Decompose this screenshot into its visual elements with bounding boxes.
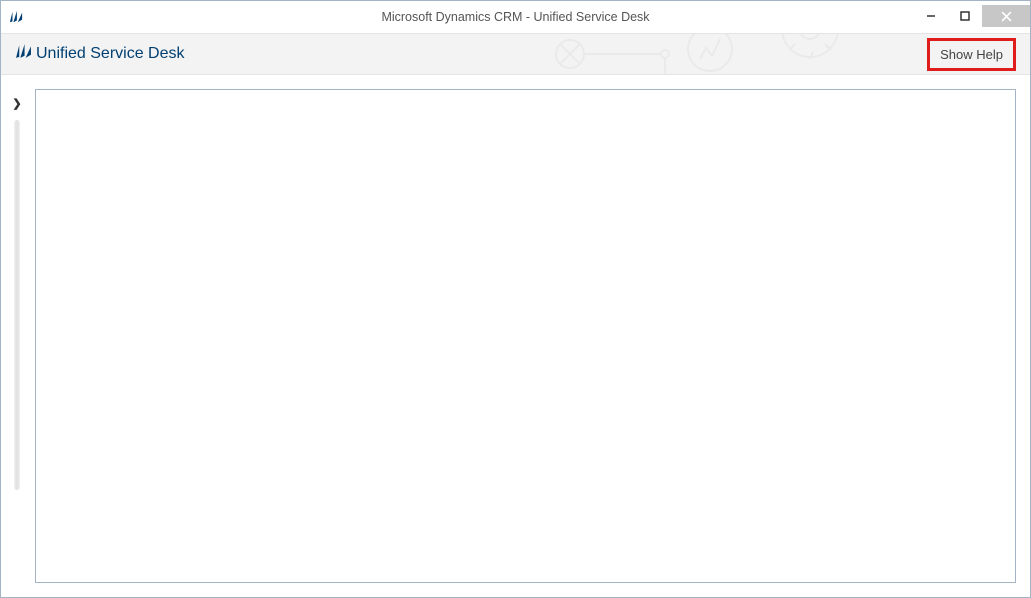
- main-panel: [35, 89, 1016, 583]
- show-help-button[interactable]: Show Help: [927, 38, 1016, 71]
- titlebar: Microsoft Dynamics CRM - Unified Service…: [1, 1, 1030, 33]
- app-icon: [9, 10, 23, 24]
- toolbar-decoration: [510, 33, 930, 75]
- expand-panel-chevron-icon[interactable]: ❯: [12, 97, 21, 110]
- window-title: Microsoft Dynamics CRM - Unified Service…: [1, 10, 1030, 24]
- app-name-label: Unified Service Desk: [36, 45, 185, 63]
- window-controls: [914, 5, 1030, 29]
- content-area: ❯: [1, 75, 1030, 597]
- maximize-button[interactable]: [948, 5, 982, 27]
- left-gutter: ❯: [5, 89, 29, 587]
- left-scroll-track[interactable]: [14, 120, 20, 490]
- toolbar: Unified Service Desk Show Help: [1, 33, 1030, 75]
- close-button[interactable]: [982, 5, 1030, 27]
- minimize-button[interactable]: [914, 5, 948, 27]
- app-logo-icon: [15, 43, 32, 65]
